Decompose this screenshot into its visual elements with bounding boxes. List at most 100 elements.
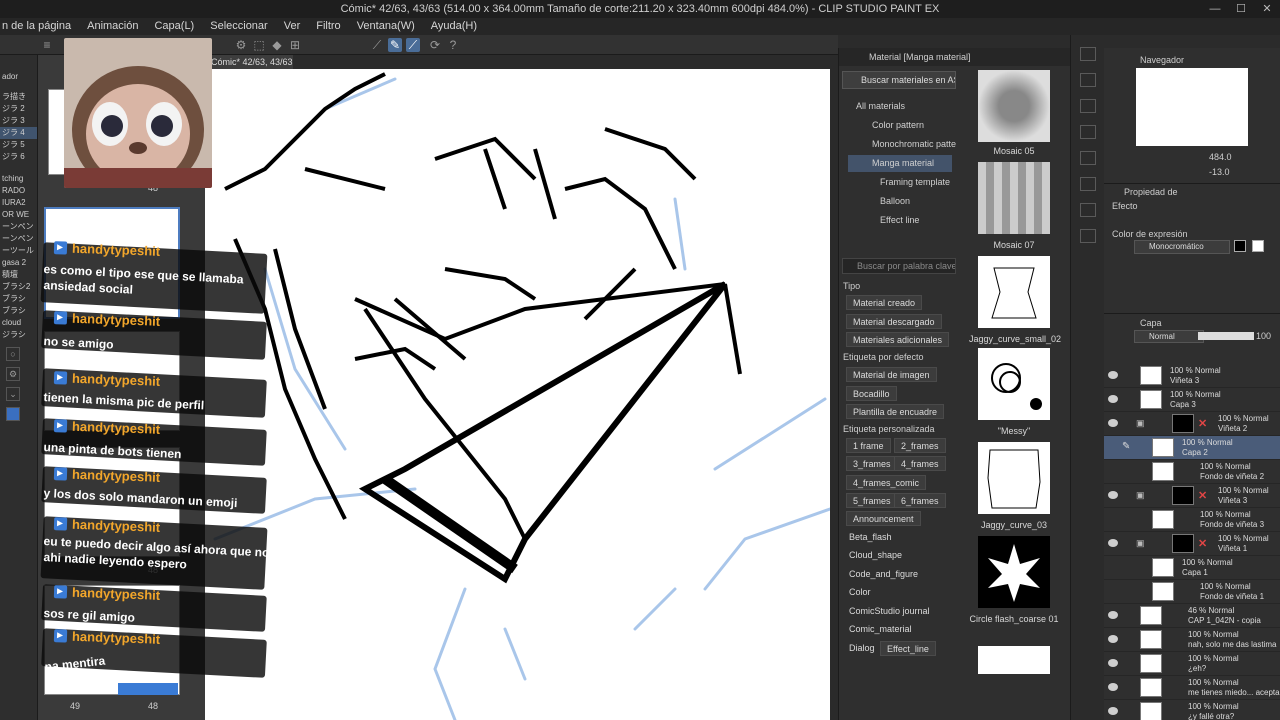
help-icon[interactable]: ? [446,38,460,52]
tag-additional-materials[interactable]: Materiales adicionales [846,332,950,347]
panel-toggle-icon[interactable] [1079,203,1096,217]
eye-icon[interactable] [1108,707,1118,715]
eye-icon[interactable] [1108,395,1118,403]
tag-custom[interactable]: Dialog [846,641,878,656]
layer-folder-row[interactable]: ▣ ✕ 100 % Normal Viñeta 3 [1104,484,1280,508]
layer-row[interactable]: 100 % Normal Viñeta 3 [1104,364,1280,388]
layer-row[interactable]: 100 % Normal Capa 3 [1104,388,1280,412]
tag-custom[interactable]: 1 frame [846,438,891,453]
expression-color-select[interactable]: Monocromático [1134,240,1230,254]
blend-mode-select[interactable]: Normal [1134,330,1204,343]
tree-item-color-pattern[interactable]: Color pattern [856,117,952,134]
menu-window[interactable]: Ventana(W) [349,18,423,35]
tag-custom[interactable]: Cloud_shape [846,548,905,563]
tag-frame-template[interactable]: Plantilla de encuadre [846,404,945,419]
tree-item-all-materials[interactable]: All materials [846,98,952,115]
tag-custom[interactable]: 4_frames [894,456,946,471]
subtool-item[interactable]: ーツール [0,245,37,257]
eye-icon[interactable] [1108,419,1118,427]
subtool-item[interactable]: ブラシ2 [0,281,37,293]
eye-icon[interactable] [1108,659,1118,667]
subtool-item[interactable]: ジラ 5 [0,139,37,151]
layer-row[interactable]: 100 % Normal Capa 1 [1104,556,1280,580]
eye-icon[interactable] [1108,611,1118,619]
subtool-item[interactable]: IURA2 [0,197,37,209]
layer-row[interactable]: 100 % Normal me tienes miedo... acepta [1104,676,1280,700]
subtool-item[interactable]: ーンペン [0,233,37,245]
tag-custom[interactable]: 4_frames_comic [846,475,927,490]
tag-custom[interactable]: ComicStudio journal [846,604,933,619]
tree-item-manga-material[interactable]: Manga material [848,155,952,172]
menu-animation[interactable]: Animación [79,18,146,35]
tag-custom[interactable]: 2_frames [894,438,946,453]
panel-toggle-icon[interactable] [1079,47,1096,61]
white-swatch[interactable] [1252,240,1264,252]
panel-toggle-icon[interactable] [1079,151,1096,165]
line-snap-icon[interactable]: ⟋ [406,38,420,52]
menu-layer[interactable]: Capa(L) [146,18,202,35]
settings-icon[interactable]: ⚙ [6,367,20,381]
dropdown-icon[interactable]: ⌄ [6,387,20,401]
minimize-button[interactable]: — [1202,0,1228,18]
layer-row[interactable]: 100 % Normal ¿eh? [1104,652,1280,676]
tag-custom[interactable]: 3_frames [846,456,898,471]
maximize-button[interactable]: ☐ [1228,0,1254,18]
color-swatch-icon[interactable] [6,407,20,421]
layer-row[interactable]: 46 % Normal CAP 1_042N - copia [1104,604,1280,628]
ruler-snap-icon[interactable]: ⟋ [370,38,384,52]
opacity-value[interactable]: 100 [1256,331,1271,341]
layer-row[interactable]: 100 % Normal Fondo de viñeta 1 [1104,580,1280,604]
opacity-slider[interactable] [1198,332,1254,340]
eye-icon[interactable] [1108,683,1118,691]
pen-snap-icon[interactable]: ✎ [388,38,402,52]
canvas-tab[interactable]: Cómic* 42/63, 43/63 ✕ [205,55,293,69]
subtool-item[interactable]: RADO [0,185,37,197]
rotation-value[interactable]: -13.0 [1209,167,1230,177]
subtool-item[interactable]: tching [0,173,37,185]
subtool-item[interactable]: OR WE [0,209,37,221]
eye-icon[interactable] [1108,539,1118,547]
zoom-value[interactable]: 484.0 [1209,152,1232,162]
menu-view[interactable]: Ver [276,18,309,35]
rotate-icon[interactable]: ⟳ [428,38,442,52]
tag-custom[interactable]: Effect_line [880,641,936,656]
eye-icon[interactable] [1108,371,1118,379]
subtool-item[interactable]: cloud [0,317,37,329]
transform-icon[interactable]: ⚙ [234,38,248,52]
menu-icon[interactable]: ≡ [40,38,54,52]
layer-row-selected[interactable]: ✎ 100 % Normal Capa 2 [1104,436,1280,460]
subtool-item[interactable]: ーンペン [0,221,37,233]
subtool-item[interactable]: 積壇 [0,269,37,281]
subtool-item[interactable]: gasa 2 [0,257,37,269]
panel-toggle-icon[interactable] [1079,229,1096,243]
layer-row[interactable]: 100 % Normal nah, solo me das lastima [1104,628,1280,652]
black-swatch[interactable] [1234,240,1246,252]
layer-folder-row[interactable]: ▣ ✕ 100 % Normal Viñeta 2 [1104,412,1280,436]
subtool-item[interactable]: ジラ 4 [0,127,37,139]
close-button[interactable]: ✕ [1254,0,1280,18]
subtool-item[interactable]: ジラシ [0,329,37,341]
tree-item-monochromatic[interactable]: Monochromatic patte [856,136,956,153]
menu-page[interactable]: n de la página [0,18,79,35]
menu-select[interactable]: Seleccionar [202,18,275,35]
tag-material-created[interactable]: Material creado [846,295,923,310]
crop-icon[interactable]: ⊞ [288,38,302,52]
subtool-item[interactable]: ジラ 6 [0,151,37,163]
tag-custom[interactable]: Beta_flash [846,530,895,545]
menu-filter[interactable]: Filtro [308,18,348,35]
panel-toggle-icon[interactable] [1079,125,1096,139]
panel-toggle-icon[interactable] [1079,99,1096,113]
layer-row[interactable]: 100 % Normal ¿y fallé otra? [1104,700,1280,720]
tag-custom[interactable]: Comic_material [846,622,915,637]
subtool-item[interactable]: ador [0,71,37,83]
tree-item-balloon[interactable]: Balloon [866,193,952,210]
search-assets-button[interactable]: Buscar materiales en ASSETS [842,71,956,89]
fill-icon[interactable]: ◆ [270,38,284,52]
layer-folder-row[interactable]: ▣ ✕ 100 % Normal Viñeta 1 [1104,532,1280,556]
menu-help[interactable]: Ayuda(H) [423,18,485,35]
subtool-item[interactable]: ジラ 3 [0,115,37,127]
subtool-item[interactable]: ブラシ [0,305,37,317]
navigator-preview[interactable] [1136,68,1248,146]
subtool-item[interactable]: ブラシ [0,293,37,305]
tag-custom[interactable]: Code_and_figure [846,567,921,582]
